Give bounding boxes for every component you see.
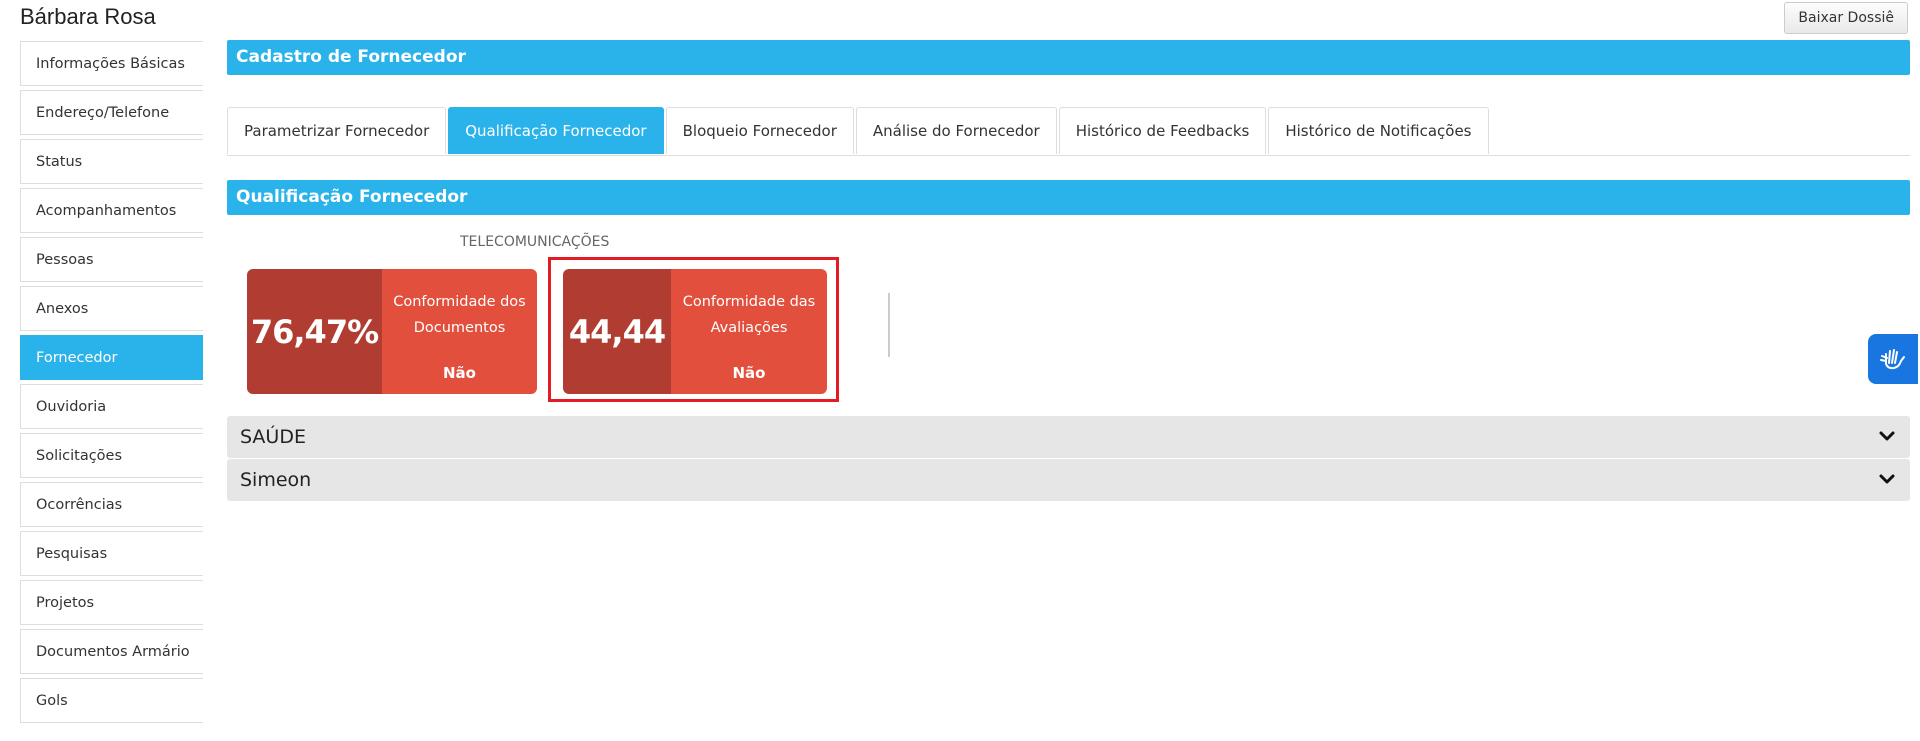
metric-status: Não [443,364,476,382]
tab-qualificacao-fornecedor[interactable]: Qualificação Fornecedor [448,107,664,154]
person-name: Bárbara Rosa [20,4,156,29]
metric-info: Conformidade dos Documentos Não [382,269,537,394]
sidebar: Informações Básicas Endereço/Telefone St… [20,41,203,727]
accessibility-button[interactable] [1868,334,1918,384]
metric-info: Conformidade das Avaliações Não [671,269,827,394]
sidebar-item-status[interactable]: Status [20,139,203,184]
sidebar-item-documentos-armario[interactable]: Documentos Armário [20,629,203,674]
accordion-label: SAÚDE [240,426,306,448]
sidebar-item-ouvidoria[interactable]: Ouvidoria [20,384,203,429]
sidebar-item-solicitacoes[interactable]: Solicitações [20,433,203,478]
sidebar-item-anexos[interactable]: Anexos [20,286,203,331]
sidebar-item-acompanhamentos[interactable]: Acompanhamentos [20,188,203,233]
accordion-saude[interactable]: SAÚDE [227,416,1910,458]
sidebar-item-pesquisas[interactable]: Pesquisas [20,531,203,576]
chevron-down-icon [1878,459,1896,517]
sidebar-item-endereco-telefone[interactable]: Endereço/Telefone [20,90,203,135]
sidebar-item-gols[interactable]: Gols [20,678,203,723]
metric-value: 76,47% [247,269,382,394]
metric-label: Conformidade das Avaliações [682,294,816,336]
metric-value: 44,44 [563,269,671,394]
accordion-label: Simeon [240,469,312,491]
sidebar-item-fornecedor[interactable]: Fornecedor [20,335,203,380]
accordion-simeon[interactable]: Simeon [227,459,1910,501]
tab-bar: Parametrizar Fornecedor Qualificação For… [227,107,1910,156]
sidebar-item-informacoes-basicas[interactable]: Informações Básicas [20,41,203,86]
sign-language-icon [1878,342,1908,376]
category-title: TELECOMUNICAÇÕES [460,234,610,250]
metric-card-documents: 76,47% Conformidade dos Documentos Não [247,269,537,394]
download-dossier-button[interactable]: Baixar Dossiê [1784,2,1908,34]
tab-parametrizar-fornecedor[interactable]: Parametrizar Fornecedor [227,107,447,154]
vertical-divider [888,293,890,357]
tab-historico-notificacoes[interactable]: Histórico de Notificações [1268,107,1489,154]
metric-status: Não [732,364,766,382]
metric-card-evaluations: 44,44 Conformidade das Avaliações Não [563,269,827,394]
sidebar-item-pessoas[interactable]: Pessoas [20,237,203,282]
main-content: Cadastro de Fornecedor Parametrizar Forn… [227,40,1910,215]
metric-label: Conformidade dos Documentos [393,294,526,336]
sidebar-item-projetos[interactable]: Projetos [20,580,203,625]
tab-historico-feedbacks[interactable]: Histórico de Feedbacks [1058,107,1267,154]
tab-analise-fornecedor[interactable]: Análise do Fornecedor [855,107,1057,154]
tab-bloqueio-fornecedor[interactable]: Bloqueio Fornecedor [665,107,854,154]
sidebar-item-ocorrencias[interactable]: Ocorrências [20,482,203,527]
section-title: Cadastro de Fornecedor [227,40,1910,75]
qualification-title: Qualificação Fornecedor [227,180,1910,215]
